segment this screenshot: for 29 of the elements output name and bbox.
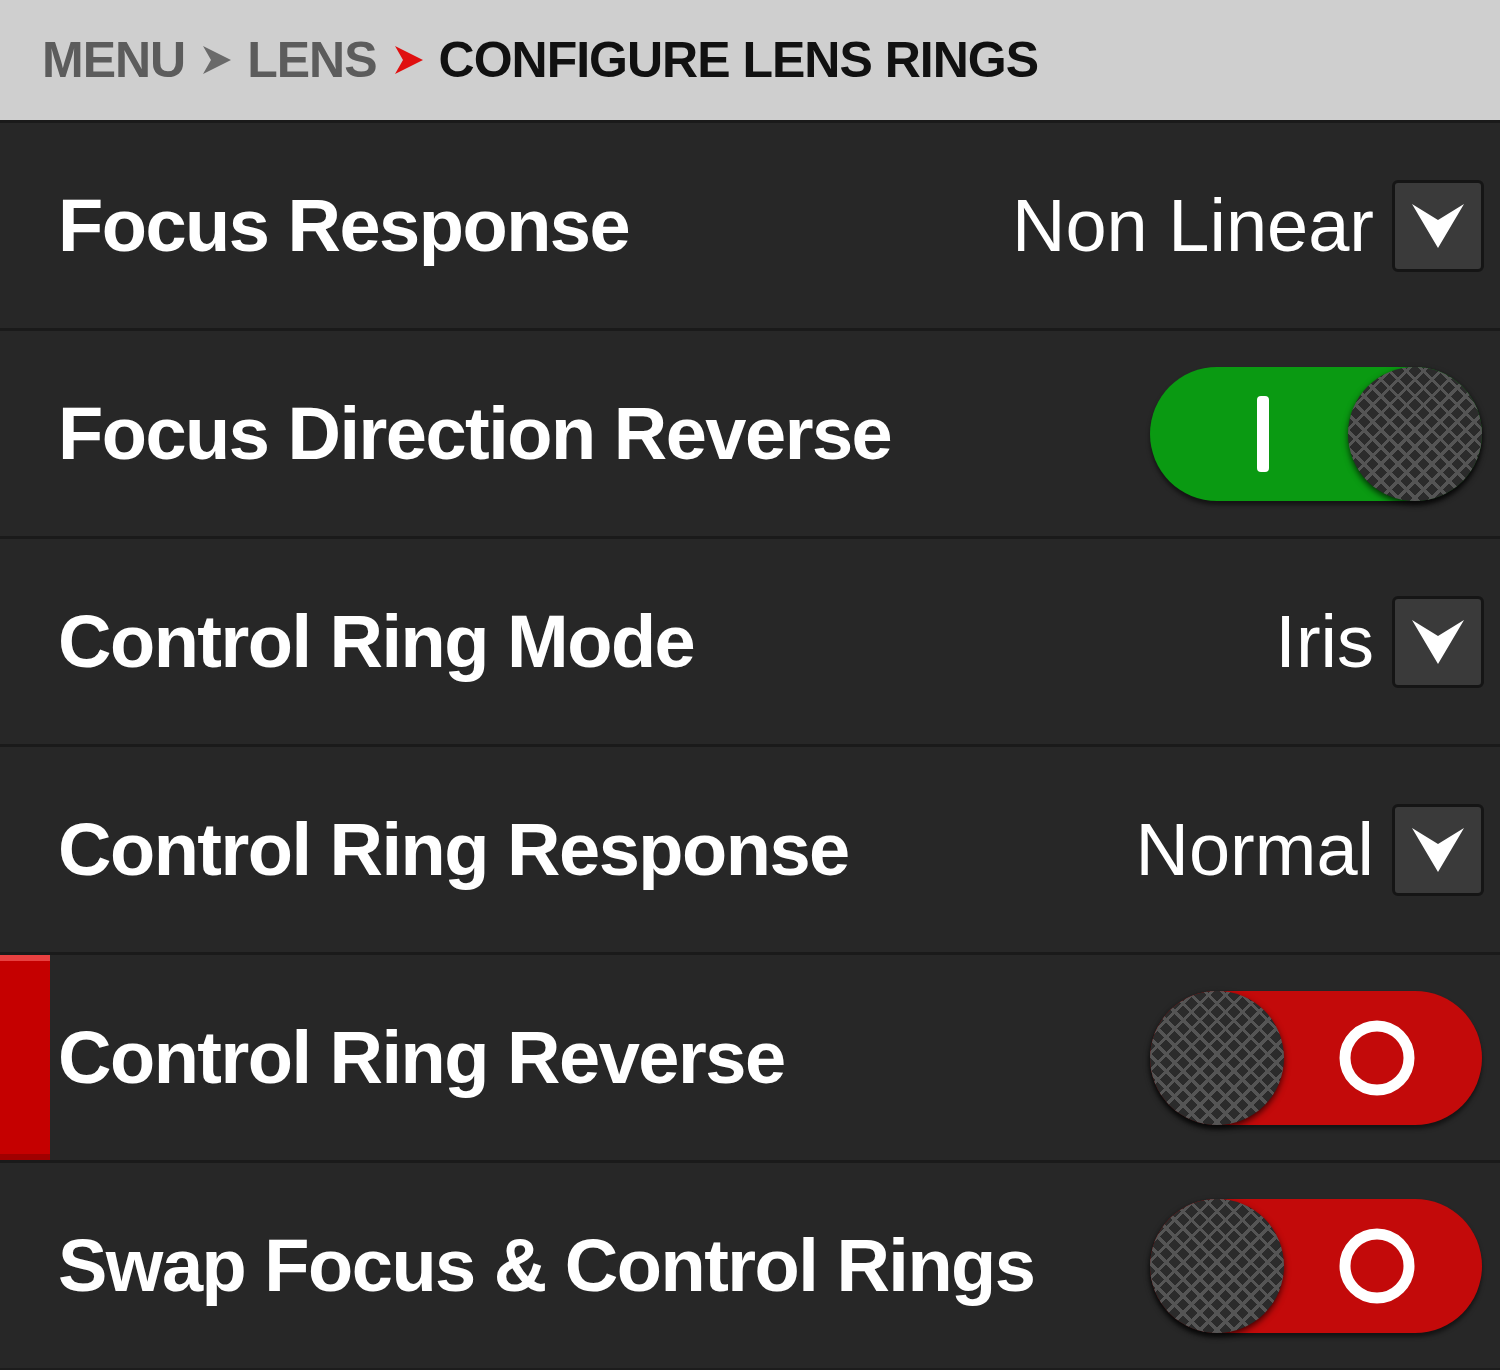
toggle-thumb[interactable] (1150, 990, 1284, 1125)
breadcrumb-item[interactable]: MENU (42, 31, 186, 89)
setting-row[interactable]: Control Ring Mode Iris (0, 536, 1500, 744)
setting-label: Focus Direction Reverse (58, 391, 893, 476)
setting-row[interactable]: Control Ring Reverse (0, 952, 1500, 1160)
chevron-down-icon (1410, 825, 1466, 874)
off-ring-icon (1338, 1226, 1416, 1305)
toggle-thumb[interactable] (1348, 366, 1482, 501)
setting-label: Control Ring Reverse (58, 1015, 786, 1100)
toggle-thumb[interactable] (1150, 1198, 1284, 1333)
setting-label: Swap Focus & Control Rings (58, 1223, 1036, 1308)
setting-label: Control Ring Mode (58, 599, 696, 684)
setting-row[interactable]: Swap Focus & Control Rings (0, 1160, 1500, 1368)
setting-row[interactable]: Focus Response Non Linear (0, 120, 1500, 328)
dropdown-button[interactable] (1392, 595, 1484, 688)
breadcrumb-item[interactable]: LENS (247, 31, 377, 89)
dropdown-button[interactable] (1392, 803, 1484, 896)
breadcrumb-item: CONFIGURE LENS RINGS (438, 31, 1039, 89)
setting-row[interactable]: Control Ring Response Normal (0, 744, 1500, 952)
chevron-down-icon (1410, 201, 1466, 250)
setting-value: Iris (1275, 599, 1374, 684)
chevron-down-icon (1410, 617, 1466, 666)
setting-label: Control Ring Response (58, 807, 850, 892)
setting-row[interactable]: Focus Direction Reverse (0, 328, 1500, 536)
setting-value: Non Linear (1012, 183, 1374, 268)
off-ring-icon (1338, 1018, 1416, 1097)
dropdown-button[interactable] (1392, 179, 1484, 272)
setting-value: Normal (1135, 807, 1374, 892)
setting-label: Focus Response (58, 183, 631, 268)
